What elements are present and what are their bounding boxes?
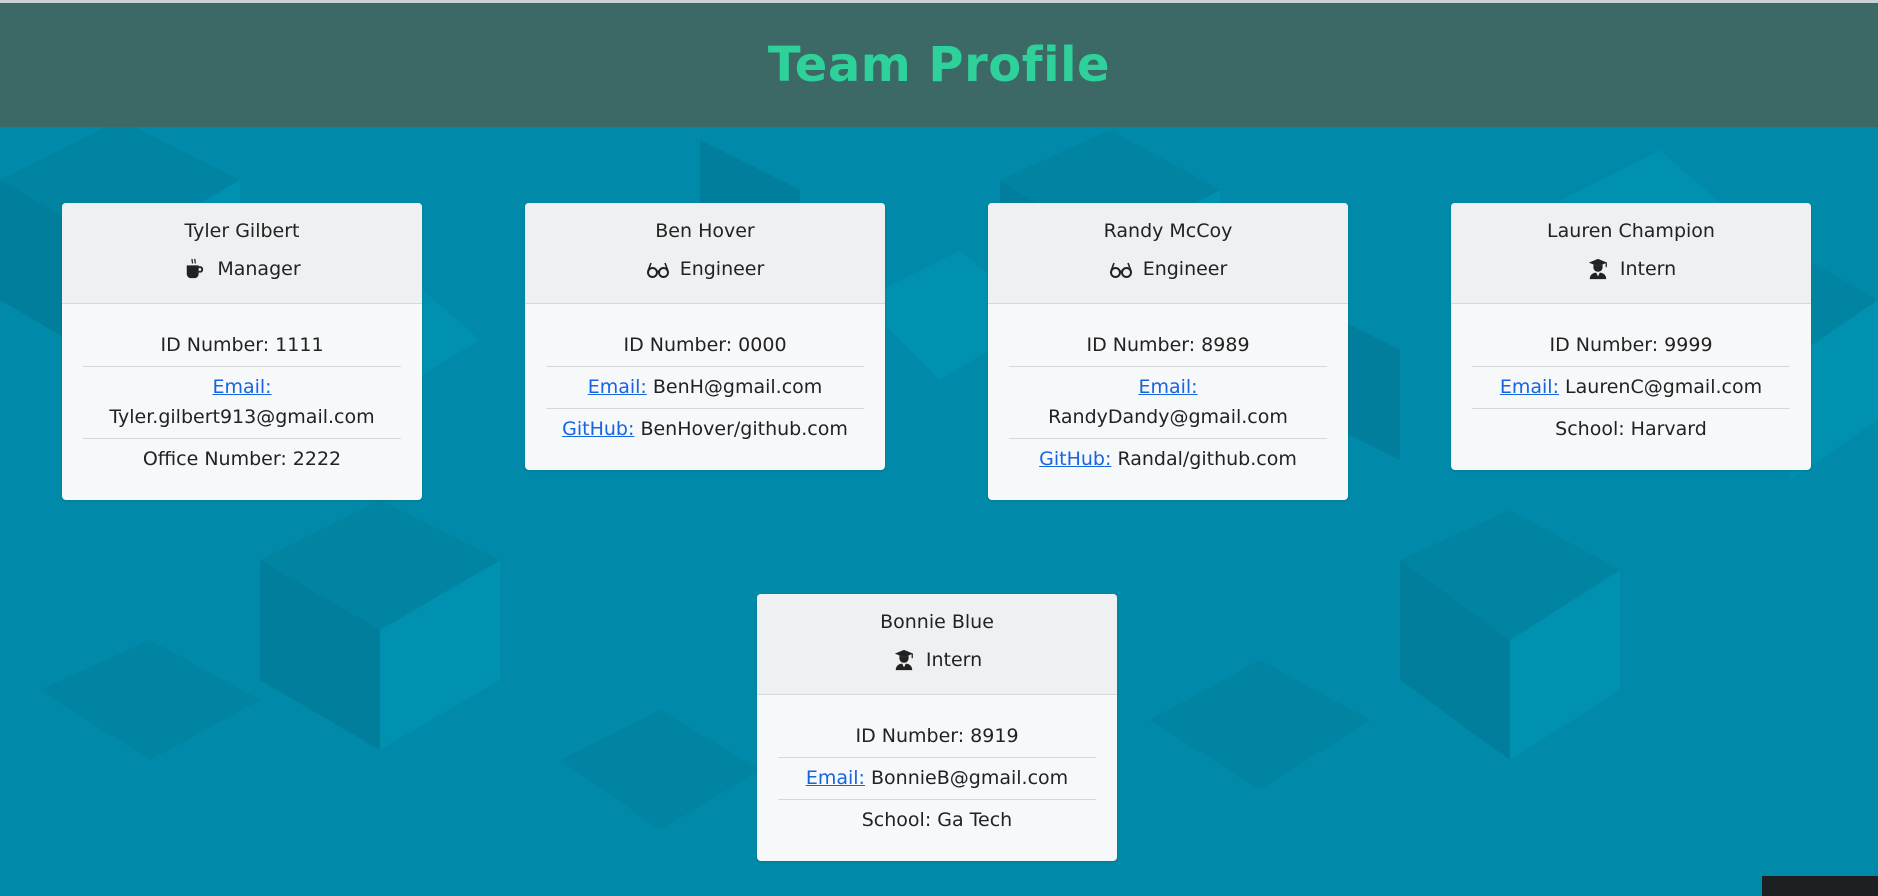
graduate-icon [1586,257,1610,281]
school: School: Ga Tech [861,809,1013,831]
employee-role: Intern [1451,257,1811,281]
role-label: Intern [925,649,983,671]
card-body: ID Number: 0000 Email: BenH@gmail.com Gi… [525,304,885,470]
card-header: Ben Hover Engineer [525,203,885,304]
card-body: ID Number: 8989 Email: RandyDandy@gmail.… [988,304,1348,500]
employee-role: Engineer [525,257,885,281]
employee-card-engineer: Randy McCoy Engineer ID Number: 8989 Ema… [988,203,1348,500]
corner-overlay [1762,876,1878,896]
info-list: ID Number: 9999 Email: LaurenC@gmail.com… [1472,325,1790,450]
coffee-icon [183,257,207,281]
email-item: Email: LaurenC@gmail.com [1472,367,1790,409]
role-label: Engineer [1142,258,1228,280]
employee-role: Engineer [988,257,1348,281]
github-link[interactable]: GitHub: [1039,448,1111,470]
employee-role: Manager [62,257,422,281]
github-link[interactable]: GitHub: [562,418,634,440]
employee-name: Tyler Gilbert [184,220,300,242]
info-list: ID Number: 0000 Email: BenH@gmail.com Gi… [546,325,864,450]
employee-card-intern: Lauren Champion Intern ID Number: 9999 E… [1451,203,1811,470]
github-item: GitHub: BenHover/github.com [546,409,864,450]
id-number: ID Number: 8989 [1009,325,1327,367]
info-list: ID Number: 1111 Email: Tyler.gilbert913@… [83,325,401,480]
email-address: RandyDandy@gmail.com [1048,406,1288,428]
card-body: ID Number: 8919 Email: BonnieB@gmail.com… [757,695,1117,861]
card-body: ID Number: 9999 Email: LaurenC@gmail.com… [1451,304,1811,470]
employee-name: Bonnie Blue [880,611,994,633]
email-address: LaurenC@gmail.com [1565,376,1763,398]
school: School: Harvard [1555,418,1707,440]
card-header: Bonnie Blue Intern [757,594,1117,695]
email-item: Email: BonnieB@gmail.com [778,758,1096,800]
glasses-icon [646,257,670,281]
employee-name: Randy McCoy [1103,220,1233,242]
card-header: Randy McCoy Engineer [988,203,1348,304]
top-strip [0,0,1878,3]
github-item: GitHub: Randal/github.com [1009,439,1327,480]
employee-role: Intern [757,648,1117,672]
role-label: Manager [217,258,301,280]
id-number: ID Number: 1111 [83,325,401,367]
employee-name: Ben Hover [655,220,755,242]
email-address: Tyler.gilbert913@gmail.com [109,406,375,428]
email-link[interactable]: Email: [1500,376,1559,398]
id-number: ID Number: 0000 [546,325,864,367]
info-list: ID Number: 8989 Email: RandyDandy@gmail.… [1009,325,1327,480]
office-number: Office Number: 2222 [142,448,342,470]
email-link[interactable]: Email: [588,376,647,398]
employee-name: Lauren Champion [1547,220,1715,242]
graduate-icon [892,648,916,672]
email-address: BonnieB@gmail.com [871,767,1069,789]
email-link[interactable]: Email: [212,376,271,398]
role-label: Intern [1619,258,1677,280]
email-item: Email: BenH@gmail.com [546,367,864,409]
id-number: ID Number: 9999 [1472,325,1790,367]
info-list: ID Number: 8919 Email: BonnieB@gmail.com… [778,716,1096,841]
employee-card-engineer: Ben Hover Engineer ID Number: 0000 Email… [525,203,885,470]
role-label: Engineer [679,258,765,280]
glasses-icon [1109,257,1133,281]
email-link[interactable]: Email: [806,767,865,789]
id-number: ID Number: 8919 [778,716,1096,758]
email-address: BenH@gmail.com [652,376,823,398]
employee-card-intern: Bonnie Blue Intern ID Number: 8919 Email… [757,594,1117,861]
card-header: Tyler Gilbert Manager [62,203,422,304]
card-header: Lauren Champion Intern [1451,203,1811,304]
email-item: Email: RandyDandy@gmail.com [1009,367,1327,439]
email-link[interactable]: Email: [1138,376,1197,398]
github-username: Randal/github.com [1117,448,1297,470]
email-item: Email: Tyler.gilbert913@gmail.com [83,367,401,439]
employee-card-manager: Tyler Gilbert Manager ID Number: 1111 Em… [62,203,422,500]
page-title: Team Profile [767,37,1111,93]
github-username: BenHover/github.com [640,418,848,440]
page-header: Team Profile [0,3,1878,127]
card-body: ID Number: 1111 Email: Tyler.gilbert913@… [62,304,422,500]
